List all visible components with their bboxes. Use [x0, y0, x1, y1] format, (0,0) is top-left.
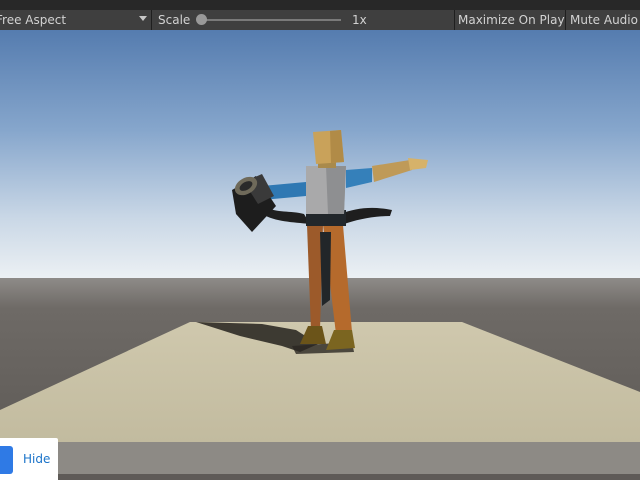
platform-bottom-shadow — [0, 474, 640, 480]
panel-tab-button[interactable] — [0, 446, 13, 474]
toolbar-divider — [454, 10, 455, 30]
toolbar-divider — [151, 10, 152, 30]
platform-front-face — [0, 442, 640, 474]
scale-slider-track[interactable] — [203, 19, 341, 21]
scale-label: Scale — [158, 13, 191, 27]
chevron-down-icon[interactable] — [139, 16, 147, 21]
game-view-viewport[interactable] — [0, 30, 640, 480]
game-scene — [0, 30, 640, 480]
mute-audio-toggle[interactable]: Mute Audio — [570, 10, 638, 30]
toolbar-divider — [565, 10, 566, 30]
scale-slider-thumb[interactable] — [196, 14, 207, 25]
scale-value: 1x — [352, 13, 367, 27]
torso-side — [326, 166, 346, 214]
aspect-dropdown[interactable]: Free Aspect — [0, 10, 66, 30]
maximize-on-play-toggle[interactable]: Maximize On Play — [458, 10, 565, 30]
hide-link[interactable]: Hide — [23, 452, 50, 466]
tab-strip — [0, 0, 640, 10]
